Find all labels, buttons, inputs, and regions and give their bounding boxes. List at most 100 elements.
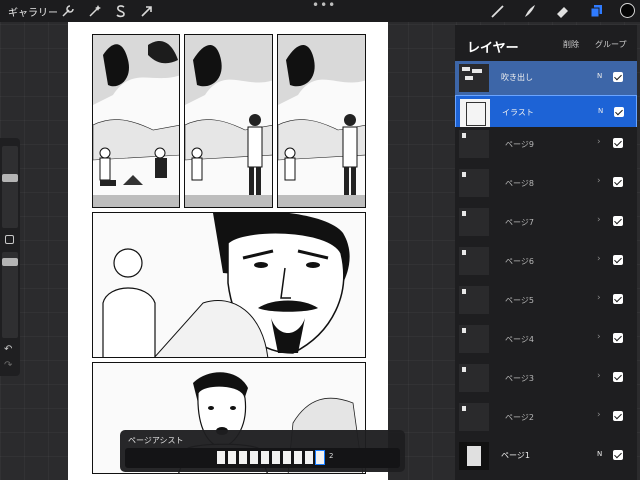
group-thumbnail	[459, 169, 489, 197]
comic-page[interactable]	[68, 15, 388, 480]
chevron-right-icon[interactable]: ›	[597, 254, 601, 264]
delete-button[interactable]: 削除	[563, 39, 579, 50]
page-thumb[interactable]	[217, 451, 225, 464]
page-thumb[interactable]	[239, 451, 247, 464]
page-thumb[interactable]	[283, 451, 291, 464]
layer-name: イラスト	[502, 108, 534, 117]
chevron-right-icon[interactable]: ›	[597, 215, 601, 225]
layers-panel: レイヤー 削除 グループ 吹き出し N イラスト N ページ9 › ページ8 ›…	[455, 25, 637, 480]
visibility-checkbox[interactable]	[613, 177, 623, 187]
group-name: ページ6	[505, 257, 534, 266]
group-thumbnail	[459, 130, 489, 158]
layer-name: 吹き出し	[501, 73, 533, 82]
page-thumb[interactable]	[305, 451, 313, 464]
page-assist-count: 2	[329, 452, 334, 460]
layer-group-page4[interactable]: ページ4 ›	[455, 322, 637, 356]
chevron-right-icon[interactable]: ›	[597, 332, 601, 342]
chevron-right-icon[interactable]: ›	[597, 176, 601, 186]
group-thumbnail	[459, 247, 489, 275]
group-name: ページ3	[505, 374, 534, 383]
visibility-checkbox[interactable]	[613, 372, 623, 382]
visibility-checkbox[interactable]	[613, 255, 623, 265]
visibility-checkbox[interactable]	[613, 138, 623, 148]
undo-button[interactable]: ↶	[4, 344, 12, 355]
group-name: ページ4	[505, 335, 534, 344]
chevron-right-icon[interactable]: ›	[597, 371, 601, 381]
layer-group-page8[interactable]: ページ8 ›	[455, 166, 637, 200]
page-thumb[interactable]	[228, 451, 236, 464]
brush-size-slider[interactable]	[2, 146, 18, 228]
layer-thumbnail	[460, 99, 490, 127]
wrench-icon[interactable]	[60, 3, 76, 19]
arrow-cursor-icon[interactable]	[139, 3, 155, 19]
layer-group-page9[interactable]: ページ9 ›	[455, 127, 637, 161]
layer-row-page1[interactable]: ページ1 N	[455, 439, 637, 473]
page-thumb-active[interactable]	[315, 450, 325, 465]
left-sidebar: ↶ ↷	[0, 138, 20, 376]
group-name: ページ2	[505, 413, 534, 422]
page-thumb[interactable]	[250, 451, 258, 464]
page-thumb[interactable]	[272, 451, 280, 464]
eraser-icon[interactable]	[554, 3, 570, 19]
visibility-checkbox[interactable]	[613, 72, 623, 82]
layer-group-page2[interactable]: ページ2 ›	[455, 400, 637, 434]
page-assist-panel: ページアシスト 2	[120, 430, 405, 472]
group-name: ページ5	[505, 296, 534, 305]
page-thumb[interactable]	[294, 451, 302, 464]
visibility-checkbox[interactable]	[614, 107, 624, 117]
visibility-checkbox[interactable]	[613, 216, 623, 226]
visibility-checkbox[interactable]	[613, 411, 623, 421]
layers-panel-title: レイヤー	[467, 41, 519, 56]
redo-button[interactable]: ↷	[4, 360, 12, 371]
visibility-checkbox[interactable]	[613, 450, 623, 460]
layer-row-speech-bubbles[interactable]: 吹き出し N	[455, 61, 637, 95]
page-thumb[interactable]	[261, 451, 269, 464]
layer-group-page3[interactable]: ページ3 ›	[455, 361, 637, 395]
chevron-right-icon[interactable]: ›	[597, 293, 601, 303]
more-options-handle[interactable]: •••	[312, 0, 336, 12]
magic-wand-icon[interactable]	[87, 3, 103, 19]
blend-mode-button[interactable]: N	[598, 107, 603, 115]
layer-group-page7[interactable]: ページ7 ›	[455, 205, 637, 239]
visibility-checkbox[interactable]	[613, 333, 623, 343]
modify-button[interactable]	[5, 235, 14, 244]
visibility-checkbox[interactable]	[613, 294, 623, 304]
campfire-scene-art-2	[185, 35, 272, 207]
comic-panel-2	[184, 34, 273, 208]
layer-thumbnail	[459, 64, 489, 92]
brush-icon[interactable]	[490, 3, 506, 19]
layers-icon[interactable]	[588, 3, 604, 19]
opacity-thumb[interactable]	[2, 258, 18, 266]
comic-panel-3	[277, 34, 366, 208]
group-thumbnail	[459, 286, 489, 314]
blend-mode-button[interactable]: N	[597, 72, 602, 80]
smudge-icon[interactable]	[522, 3, 538, 19]
blend-mode-button[interactable]: N	[597, 450, 602, 458]
layer-row-illustration[interactable]: イラスト N	[455, 95, 637, 129]
group-thumbnail	[459, 364, 489, 392]
layer-thumbnail	[459, 442, 489, 470]
chevron-right-icon[interactable]: ›	[597, 410, 601, 420]
page-thumbnail-strip[interactable]: 2	[125, 448, 400, 468]
campfire-scene-art-3	[278, 35, 365, 207]
group-thumbnail	[459, 208, 489, 236]
layer-name: ページ1	[501, 451, 530, 460]
page-assist-title: ページアシスト	[128, 436, 184, 445]
closeup-face-art	[102, 213, 350, 357]
group-name: ページ8	[505, 179, 534, 188]
group-name: ページ7	[505, 218, 534, 227]
group-name: ページ9	[505, 140, 534, 149]
layer-group-page5[interactable]: ページ5 ›	[455, 283, 637, 317]
group-thumbnail	[459, 325, 489, 353]
comic-panel-1	[92, 34, 180, 208]
layer-group-page6[interactable]: ページ6 ›	[455, 244, 637, 278]
selection-s-icon[interactable]	[113, 3, 129, 19]
chevron-right-icon[interactable]: ›	[597, 137, 601, 147]
brush-size-thumb[interactable]	[2, 174, 18, 182]
gallery-button[interactable]: ギャラリー	[8, 4, 58, 19]
color-circle-icon[interactable]	[620, 3, 635, 18]
top-toolbar: ギャラリー •••	[0, 0, 640, 22]
group-thumbnail	[459, 403, 489, 431]
comic-panel-4	[92, 212, 366, 358]
group-button[interactable]: グループ	[595, 39, 627, 50]
